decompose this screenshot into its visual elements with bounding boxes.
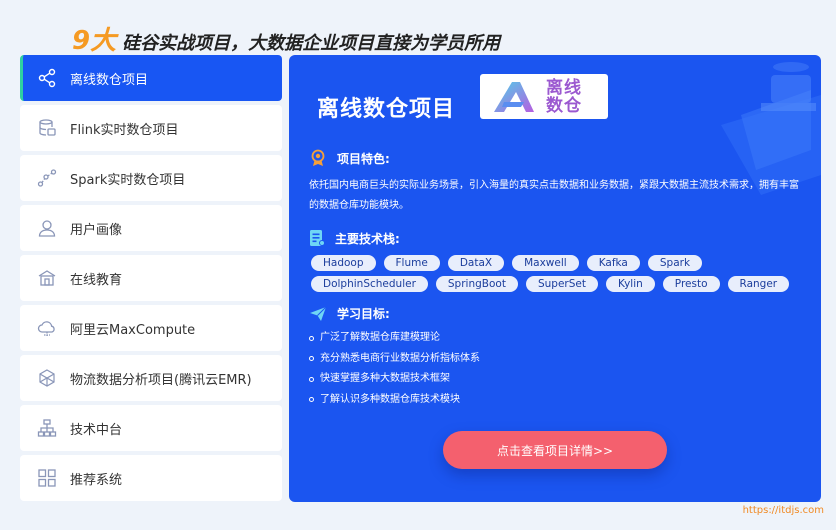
watermark: https://itdjs.com [742, 505, 824, 516]
goal-text: 快速掌握多种大数据技术框架 [320, 373, 450, 384]
tech-tag: Hadoop [311, 255, 376, 271]
stack-label: 主要技术栈: [335, 231, 400, 246]
project-description: 依托国内电商巨头的实际业务场景，引入海量的真实点击数据和业务数据，紧跟大数据主流… [309, 180, 799, 211]
goal-item: 充分熟悉电商行业数据分析指标体系 [309, 349, 480, 370]
sidebar-item-label: 推荐系统 [70, 472, 123, 488]
logo-line-2: 数仓 [546, 95, 582, 116]
tech-tag: DataX [447, 255, 505, 271]
sidebar-item-label: 技术中台 [70, 422, 123, 438]
tech-tag: Kafka [586, 255, 640, 271]
headline-number: 9大 [72, 26, 117, 56]
sidebar-item-label: Spark实时数仓项目 [70, 172, 186, 188]
sidebar-item-maxcompute[interactable]: 阿里云MaxCompute [20, 305, 282, 351]
goal-item: 了解认识多种数据仓库技术模块 [309, 390, 480, 411]
goal-text: 了解认识多种数据仓库技术模块 [320, 393, 460, 405]
bullet-icon [309, 335, 314, 341]
sidebar-item-online-education[interactable]: 在线教育 [20, 255, 282, 301]
learning-goals: 广泛了解数据仓库建模理论 充分熟悉电商行业数据分析指标体系 快速掌握多种大数据技… [309, 328, 480, 410]
bullet-icon [309, 376, 314, 382]
goal-item: 广泛了解数据仓库建模理论 [309, 328, 480, 349]
database-icon [36, 117, 58, 139]
goal-item: 快速掌握多种大数据技术框架 [309, 369, 480, 390]
tech-tag: Spark [647, 255, 703, 271]
sidebar-item-label: 离线数仓项目 [70, 72, 149, 88]
features-heading: 项目特色: [309, 149, 390, 167]
sidebar-item-logistics[interactable]: 物流数据分析项目(腾讯云EMR) [20, 355, 282, 401]
sidebar-item-spark[interactable]: Spark实时数仓项目 [20, 155, 282, 201]
bullet-icon [309, 356, 314, 362]
goals-heading: 学习目标: [309, 305, 390, 322]
cloud-icon [36, 317, 58, 339]
sidebar: 离线数仓项目 Flink实时数仓项目 Spark实时数仓项目 用户画像 在线教育… [20, 55, 282, 505]
sidebar-item-label: Flink实时数仓项目 [70, 122, 179, 138]
headline: 9大 硅谷实战项目，大数据企业项目直接为学员所用 [72, 20, 501, 56]
tech-tag: SuperSet [525, 276, 598, 292]
tech-tag: Kylin [605, 276, 655, 292]
tech-stack-tags: Hadoop Flume DataX Maxwell Kafka Spark D… [311, 255, 806, 292]
tech-tag: Presto [662, 276, 720, 292]
goals-label: 学习目标: [337, 307, 390, 321]
school-icon [36, 267, 58, 289]
paper-plane-icon [310, 306, 327, 321]
sidebar-item-label: 在线教育 [70, 272, 123, 288]
goal-text: 广泛了解数据仓库建模理论 [320, 332, 440, 343]
bullet-icon [309, 397, 314, 403]
sidebar-item-offline-warehouse[interactable]: 离线数仓项目 [20, 55, 282, 101]
spark-nodes-icon [36, 167, 58, 189]
sidebar-item-label: 阿里云MaxCompute [70, 322, 196, 338]
tech-tag: Flume [383, 255, 440, 271]
logo-line-1: 离线 [546, 77, 582, 98]
project-title: 离线数仓项目 [317, 97, 456, 122]
grid-icon [36, 467, 58, 489]
sidebar-item-user-profile[interactable]: 用户画像 [20, 205, 282, 251]
sidebar-item-tech-platform[interactable]: 技术中台 [20, 405, 282, 451]
project-detail-panel: 离线数仓项目 离线 数仓 项目特色: 依托国内电商巨头的实际业务场景，引入海量的… [289, 55, 821, 502]
hierarchy-icon [36, 417, 58, 439]
view-details-button[interactable]: 点击查看项目详情>> [443, 431, 667, 469]
goal-text: 充分熟悉电商行业数据分析指标体系 [320, 352, 480, 364]
user-icon [36, 217, 58, 239]
sidebar-item-recommendation[interactable]: 推荐系统 [20, 455, 282, 501]
tech-tag: Maxwell [512, 255, 579, 271]
document-icon [310, 230, 325, 246]
share-nodes-icon [36, 67, 58, 89]
medal-icon [311, 149, 325, 166]
project-logo: 离线 数仓 [480, 74, 608, 119]
sidebar-item-label: 物流数据分析项目(腾讯云EMR) [70, 372, 252, 388]
tech-tag: DolphinScheduler [311, 276, 428, 292]
tech-tag: SpringBoot [435, 276, 518, 292]
network-icon [36, 367, 58, 389]
tech-tag: Ranger [727, 276, 790, 292]
sidebar-item-flink[interactable]: Flink实时数仓项目 [20, 105, 282, 151]
features-label: 项目特色: [337, 151, 390, 166]
sidebar-item-label: 用户画像 [70, 222, 123, 238]
stack-heading: 主要技术栈: [309, 229, 400, 247]
headline-text: 硅谷实战项目，大数据企业项目直接为学员所用 [122, 33, 501, 54]
warehouse-logo-icon [494, 81, 534, 112]
logo-text: 离线 数仓 [546, 79, 582, 115]
